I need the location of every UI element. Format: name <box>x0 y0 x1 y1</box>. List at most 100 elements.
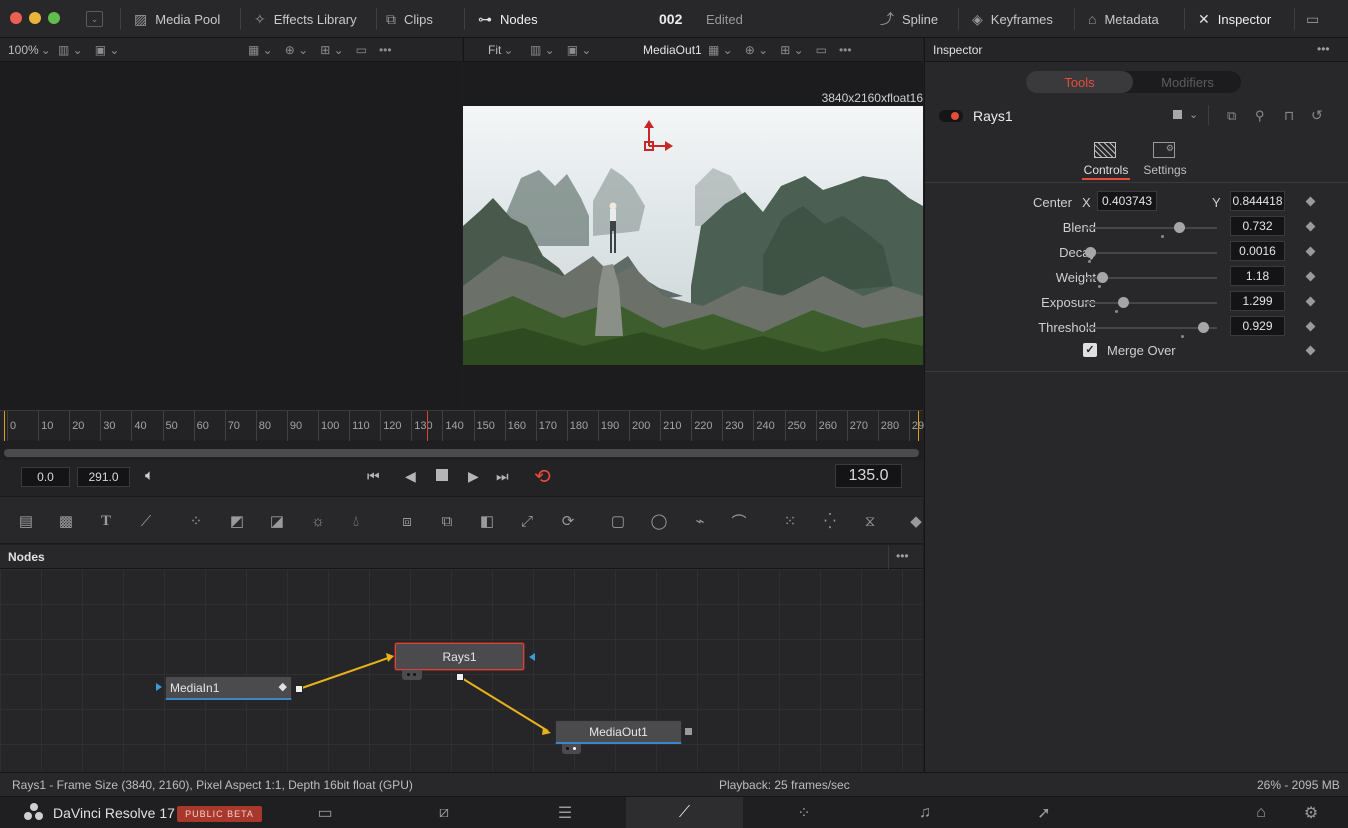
clips-button[interactable]: ⧉ Clips <box>386 0 433 38</box>
end-frame-field[interactable]: 291.0 <box>77 467 130 487</box>
reset-icon[interactable]: ↺ <box>1311 107 1323 124</box>
jump-to-end-icon[interactable]: ⏭︎ <box>496 468 509 485</box>
keyframe-icon[interactable] <box>1305 246 1316 257</box>
param-slider-knob[interactable] <box>1097 272 1109 283</box>
tool-enable-toggle[interactable] <box>939 110 963 122</box>
color-corrector-tool-icon[interactable]: ◪ <box>265 509 289 533</box>
keyframe-icon[interactable] <box>1305 271 1316 282</box>
page-fairlight-icon[interactable]: ♫ <box>895 797 955 828</box>
blur-tool-icon[interactable]: 💧︎ <box>344 509 368 533</box>
param-value-field[interactable]: 1.18 <box>1230 266 1285 286</box>
more-options-icon[interactable]: ••• <box>839 43 852 57</box>
node-mediaout1[interactable]: MediaOut1 <box>555 720 682 744</box>
close-window-icon[interactable] <box>10 12 22 24</box>
tool-color-swatch[interactable] <box>1173 110 1182 119</box>
safe-frame-icon[interactable]: ▭ <box>356 43 367 57</box>
tab-modifiers[interactable]: Modifiers <box>1134 71 1241 93</box>
gear-icon[interactable]: ⚙ <box>1296 797 1326 828</box>
media-pool-button[interactable]: ▨ Media Pool <box>134 0 220 38</box>
display-toggle-button[interactable]: ▭ <box>1306 0 1319 38</box>
color-channels-icon[interactable]: ⊕ ⌄ <box>285 43 308 57</box>
spline-button[interactable]: ⤴ Spline <box>880 0 938 38</box>
param-value-field[interactable]: 0.929 <box>1230 316 1285 336</box>
more-options-icon[interactable]: ••• <box>896 549 909 563</box>
keyframe-icon[interactable] <box>1305 321 1316 332</box>
workspace-toggle-icon[interactable]: ⌄ <box>86 11 103 27</box>
pin-icon[interactable]: ⚲ <box>1255 108 1265 124</box>
page-cut-icon[interactable]: ⧄ <box>414 797 474 828</box>
keyframe-icon[interactable] <box>1305 196 1316 207</box>
mediaout1-output-port[interactable] <box>685 728 692 735</box>
particles-tool-icon[interactable]: ⁘ <box>184 509 208 533</box>
lut-icon[interactable]: ▦ ⌄ <box>248 43 273 57</box>
node-mediain1[interactable]: MediaIn1 ◆ <box>165 676 292 700</box>
playhead[interactable] <box>426 411 428 441</box>
color-channels-icon[interactable]: ⊕ ⌄ <box>745 43 768 57</box>
shape-3d-icon[interactable]: ⁛ <box>818 509 842 533</box>
audio-icon[interactable]: 🔈︎ <box>145 467 154 484</box>
transform-tool-icon[interactable]: ⟳ <box>556 509 580 533</box>
matte-control-tool-icon[interactable]: ◧ <box>475 509 499 533</box>
current-frame-field[interactable]: 135.0 <box>835 464 902 488</box>
center-x-field[interactable]: 0.403743 <box>1097 191 1157 211</box>
param-value-field[interactable]: 1.299 <box>1230 291 1285 311</box>
minimize-window-icon[interactable] <box>29 12 41 24</box>
play-reverse-icon[interactable]: ◀ <box>405 468 416 485</box>
rays1-mask-input-arrow[interactable] <box>529 653 535 661</box>
resize-tool-icon[interactable]: ⤢ <box>515 509 539 533</box>
mediain1-input-arrow[interactable] <box>156 683 162 691</box>
subtab-controls[interactable]: Controls <box>1082 142 1130 180</box>
node-editor[interactable]: MediaIn1 ◆ Rays1 MediaOut1 <box>0 569 923 772</box>
keyframe-icon[interactable] <box>1305 296 1316 307</box>
render-start-marker[interactable] <box>4 411 5 441</box>
page-edit-icon[interactable]: ☰ <box>535 797 595 828</box>
keyframes-button[interactable]: ◈ Keyframes <box>972 0 1053 38</box>
lut-icon[interactable]: ▦ ⌄ <box>708 43 733 57</box>
channel-booleans-tool-icon[interactable]: ⧉ <box>435 509 459 533</box>
center-y-field[interactable]: 0.844418 <box>1230 191 1285 211</box>
left-zoom-dropdown[interactable]: 100% ⌄ <box>8 38 51 62</box>
background-tool-icon[interactable]: ▤ <box>14 509 38 533</box>
fit-dropdown[interactable]: Fit ⌄ <box>488 38 513 62</box>
chevron-down-icon[interactable]: ⌄ <box>1189 108 1198 121</box>
param-slider-track[interactable] <box>1085 252 1217 254</box>
layout-icon[interactable]: ▥ ⌄ <box>58 43 83 57</box>
home-icon[interactable]: ⌂ <box>1246 797 1276 828</box>
maximize-window-icon[interactable] <box>48 12 60 24</box>
layout-icon[interactable]: ▥ ⌄ <box>530 43 555 57</box>
ellipse-mask-icon[interactable]: ◯ <box>647 509 671 533</box>
render-end-marker[interactable] <box>918 411 919 441</box>
more-options-icon[interactable]: ••• <box>379 43 392 57</box>
param-slider-knob[interactable] <box>1085 247 1096 258</box>
rays1-output-port[interactable] <box>456 673 464 681</box>
lock-icon[interactable]: ⊓ <box>1284 108 1294 124</box>
renderer-3d-icon[interactable]: ⧖ <box>858 509 882 533</box>
rays1-preview-toggles[interactable] <box>402 670 422 680</box>
left-viewer[interactable] <box>0 62 462 410</box>
polygon-mask-icon[interactable]: ⌁ <box>688 509 712 533</box>
grid-icon[interactable]: ⊞ ⌄ <box>320 43 343 57</box>
keyframe-icon[interactable] <box>1305 221 1316 232</box>
page-fusion-icon[interactable]: ⟋ <box>626 797 743 828</box>
param-slider-track[interactable] <box>1085 227 1217 229</box>
param-slider-track[interactable] <box>1085 327 1217 329</box>
paint-tool-icon[interactable]: ⟋ <box>134 509 158 533</box>
rectangle-mask-icon[interactable]: ▢ <box>606 509 630 533</box>
param-slider-knob[interactable] <box>1174 222 1186 233</box>
merge-over-checkbox[interactable]: ✓ <box>1083 343 1097 357</box>
tab-tools[interactable]: Tools <box>1026 71 1133 93</box>
param-value-field[interactable]: 0.732 <box>1230 216 1285 236</box>
play-forward-icon[interactable]: ▶ <box>468 468 479 485</box>
grid-icon[interactable]: ⊞ ⌄ <box>780 43 803 57</box>
roi-icon[interactable]: ▣ ⌄ <box>95 43 120 57</box>
merge-tool-icon[interactable]: ⧈ <box>395 509 419 533</box>
mediaout1-preview-toggles[interactable] <box>562 744 581 754</box>
fast-noise-tool-icon[interactable]: ▩ <box>54 509 78 533</box>
stop-icon[interactable] <box>436 469 448 481</box>
text-tool-icon[interactable]: T <box>94 509 118 533</box>
color-curves-tool-icon[interactable]: ◩ <box>225 509 249 533</box>
metadata-button[interactable]: ⌂ Metadata <box>1088 0 1159 38</box>
inspector-button[interactable]: ✕ Inspector <box>1198 0 1271 38</box>
param-value-field[interactable]: 0.0016 <box>1230 241 1285 261</box>
nodes-button[interactable]: ⊶ Nodes <box>478 0 538 38</box>
